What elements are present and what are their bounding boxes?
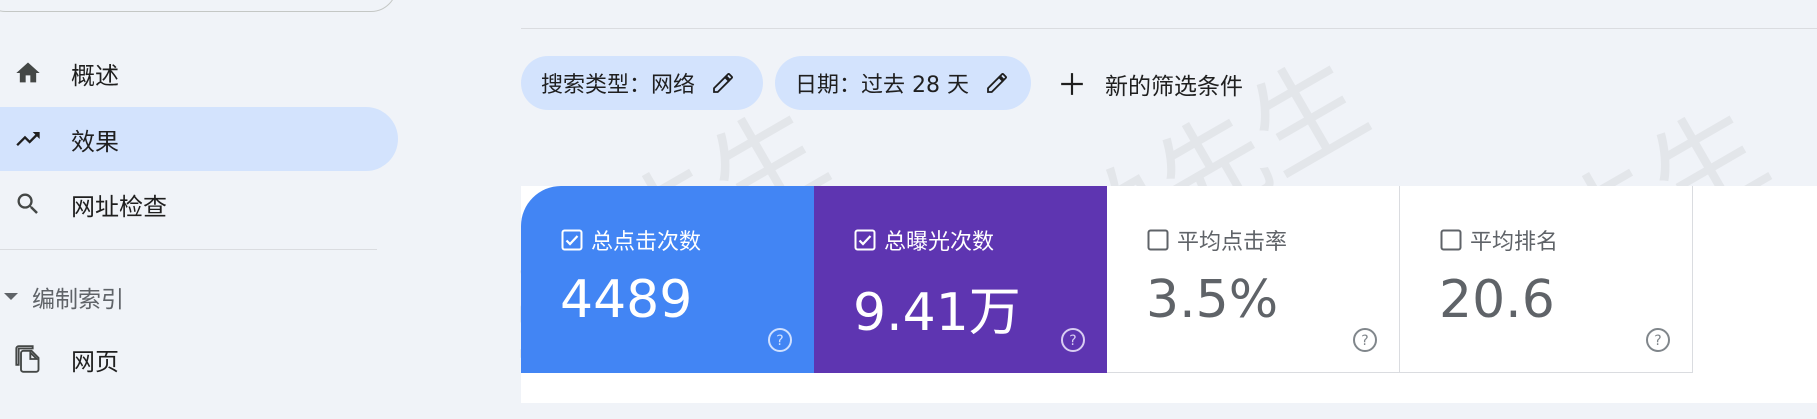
help-icon[interactable]: ? <box>1352 327 1378 353</box>
filter-chip-label: 搜索类型：网络 <box>541 73 696 98</box>
metric-card-clicks[interactable]: 总点击次数 4489 ? <box>521 186 814 373</box>
help-icon[interactable]: ? <box>1645 327 1671 353</box>
metric-card-ctr[interactable]: 平均点击率 3.5% ? <box>1107 186 1400 373</box>
metric-value: 9.41万 <box>853 283 1021 343</box>
sidebar-section-label: 编制索引 <box>32 287 124 313</box>
header-divider <box>521 28 1817 29</box>
svg-text:?: ? <box>1069 333 1076 349</box>
sidebar-item-overview[interactable]: 概述 <box>0 41 398 105</box>
filter-chip-search-type[interactable]: 搜索类型：网络 <box>521 56 763 110</box>
help-icon[interactable]: ? <box>1060 327 1086 353</box>
pencil-icon[interactable] <box>711 71 735 95</box>
property-selector[interactable] <box>0 0 397 12</box>
sidebar-item-label: 网址检查 <box>71 192 167 221</box>
sidebar-item-performance[interactable]: 效果 <box>0 107 398 171</box>
plus-icon <box>1061 73 1083 95</box>
checkbox-checked-icon[interactable] <box>561 229 583 251</box>
main-content: 搜索类型：网络 日期：过去 28 天 新的筛选条件 总点击次数 4489 ? 总… <box>521 0 1817 403</box>
sidebar-item-label: 概述 <box>71 61 119 90</box>
pencil-icon[interactable] <box>985 71 1009 95</box>
checkbox-unchecked-icon[interactable] <box>1440 229 1462 251</box>
svg-text:?: ? <box>1361 333 1368 349</box>
sidebar: 概述 效果 网址检查 编制索引 网页 <box>0 0 520 403</box>
home-icon <box>16 62 40 83</box>
checkbox-unchecked-icon[interactable] <box>1147 229 1169 251</box>
metric-card-impressions[interactable]: 总曝光次数 9.41万 ? <box>814 186 1107 373</box>
sidebar-divider <box>0 249 377 250</box>
caret-down-icon <box>4 293 18 300</box>
svg-text:?: ? <box>1654 333 1661 349</box>
metric-title: 总点击次数 <box>591 230 702 255</box>
svg-text:?: ? <box>776 333 783 349</box>
sidebar-item-pages[interactable]: 网页 <box>0 327 398 391</box>
filter-chip-date[interactable]: 日期：过去 28 天 <box>775 56 1031 110</box>
metric-value: 3.5% <box>1146 270 1279 330</box>
add-filter-button[interactable]: 新的筛选条件 <box>1059 62 1243 106</box>
metric-value: 4489 <box>560 270 693 330</box>
trending-up-icon <box>16 132 40 146</box>
metric-title: 平均点击率 <box>1177 230 1288 255</box>
sidebar-item-label: 网页 <box>71 347 119 376</box>
pages-icon <box>15 345 40 373</box>
metric-card-position[interactable]: 平均排名 20.6 ? <box>1400 186 1693 373</box>
help-icon[interactable]: ? <box>767 327 793 353</box>
metric-title: 总曝光次数 <box>884 230 995 255</box>
sidebar-item-label: 效果 <box>71 127 119 156</box>
add-filter-label: 新的筛选条件 <box>1105 74 1243 100</box>
filter-chip-label: 日期：过去 28 天 <box>795 73 969 98</box>
metric-title: 平均排名 <box>1470 230 1559 255</box>
checkbox-checked-icon[interactable] <box>854 229 876 251</box>
search-icon <box>17 193 38 214</box>
metric-value: 20.6 <box>1439 270 1555 330</box>
sidebar-item-url-inspection[interactable]: 网址检查 <box>0 172 398 236</box>
